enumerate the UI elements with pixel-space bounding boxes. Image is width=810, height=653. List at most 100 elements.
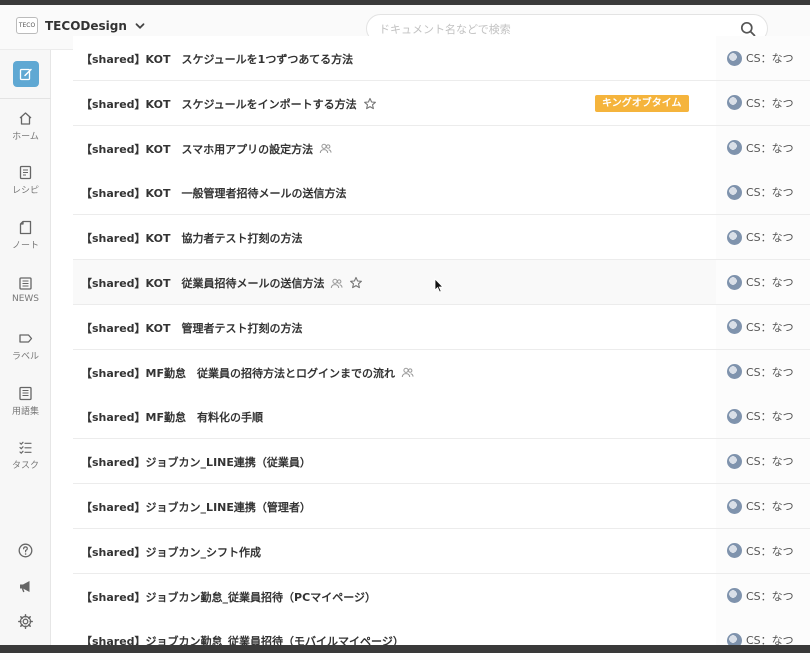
author-name: CS：なつ	[746, 589, 794, 603]
sidebar-item-task[interactable]: タスク	[0, 440, 51, 471]
document-author: CS：なつ	[716, 439, 810, 484]
avatar	[727, 184, 742, 200]
document-row[interactable]: 【shared】KOT 一般管理者招待メールの送信方法 CS：なつ	[73, 170, 810, 216]
shared-users-icon	[319, 142, 332, 155]
workspace-logo: TECO	[16, 17, 38, 34]
sidebar-item-label: ノート	[11, 241, 39, 251]
author-name: CS：なつ	[746, 544, 794, 558]
document-row[interactable]: 【shared】KOT 管理者テスト打刻の方法 CS：なつ	[73, 304, 810, 350]
document-row[interactable]: 【shared】KOT スマホ用アプリの設定方法 CS：なつ	[73, 125, 810, 171]
document-title[interactable]: 【shared】KOT スケジュールをインポートする方法	[81, 96, 357, 112]
document-title-group: 【shared】KOT スケジュールを1つずつあてる方法	[81, 51, 353, 67]
workspace-switcher[interactable]: TECO TECODesign	[16, 17, 146, 34]
document-title-group: 【shared】KOT スマホ用アプリの設定方法	[81, 141, 332, 157]
glossary-icon	[19, 386, 32, 401]
document-title-group: 【shared】MF勤怠 有料化の手順	[81, 409, 263, 425]
document-title-group: 【shared】KOT 従業員招待メールの送信方法	[81, 275, 363, 291]
document-title-group: 【shared】ジョブカン_シフト作成	[81, 544, 261, 560]
document-author: CS：なつ	[716, 260, 810, 304]
sidebar-item-label: レシピ	[11, 186, 39, 196]
avatar	[727, 140, 742, 156]
task-icon	[19, 441, 32, 455]
workspace-name: TECODesign	[45, 18, 127, 33]
new-document-button[interactable]	[13, 61, 39, 87]
sidebar-item-label-page[interactable]: ラベル	[0, 331, 51, 362]
recipe-icon	[19, 165, 32, 180]
window-edge	[0, 0, 810, 5]
search-icon[interactable]	[740, 21, 756, 37]
sidebar-item-label: 用語集	[11, 407, 39, 417]
document-title[interactable]: 【shared】ジョブカン勤怠_従業員招待（PCマイページ）	[81, 589, 376, 605]
shared-users-icon	[401, 366, 414, 379]
document-title[interactable]: 【shared】KOT 一般管理者招待メールの送信方法	[81, 185, 346, 201]
document-row[interactable]: 【shared】MF勤怠 従業員の招待方法とログインまでの流れ CS：なつ	[73, 349, 810, 395]
document-author: CS：なつ	[716, 528, 810, 573]
document-row[interactable]: 【shared】ジョブカン勤怠_従業員招待（PCマイページ） CS：なつ	[73, 573, 810, 619]
avatar	[727, 364, 742, 380]
avatar	[727, 588, 742, 604]
document-author: CS：なつ	[716, 215, 810, 260]
document-row[interactable]: 【shared】MF勤怠 有料化の手順 CS：なつ	[73, 394, 810, 440]
document-author: CS：なつ	[716, 304, 810, 349]
star-icon[interactable]	[363, 97, 377, 111]
document-title[interactable]: 【shared】MF勤怠 従業員の招待方法とログインまでの流れ	[81, 365, 395, 381]
avatar	[727, 95, 742, 111]
document-title[interactable]: 【shared】KOT スケジュールを1つずつあてる方法	[81, 51, 353, 67]
avatar	[727, 50, 742, 66]
author-name: CS：なつ	[746, 276, 794, 289]
avatar	[727, 274, 742, 290]
author-name: CS：なつ	[746, 455, 794, 469]
document-title[interactable]: 【shared】KOT 管理者テスト打刻の方法	[81, 320, 302, 336]
author-name: CS：なつ	[746, 231, 794, 245]
document-title[interactable]: 【shared】ジョブカン_LINE連携（管理者）	[81, 499, 311, 515]
sidebar-item-label: ホーム	[12, 132, 39, 142]
document-title[interactable]: 【shared】KOT 従業員招待メールの送信方法	[81, 275, 324, 291]
news-icon	[19, 277, 32, 290]
document-title[interactable]: 【shared】ジョブカン_LINE連携（従業員）	[81, 454, 311, 470]
document-title[interactable]: 【shared】KOT スマホ用アプリの設定方法	[81, 141, 313, 157]
sidebar-item-note[interactable]: ノート	[0, 220, 51, 251]
document-row[interactable]: 【shared】KOT スケジュールを1つずつあてる方法 CS：なつ	[73, 36, 810, 81]
document-author: CS：なつ	[716, 80, 810, 125]
document-title[interactable]: 【shared】ジョブカン_シフト作成	[81, 544, 261, 560]
sidebar-item-recipe[interactable]: レシピ	[0, 165, 51, 196]
sidebar-item-home[interactable]: ホーム	[0, 111, 51, 142]
home-icon	[19, 112, 32, 125]
sidebar-divider	[0, 98, 51, 99]
avatar	[727, 543, 742, 559]
document-title[interactable]: 【shared】MF勤怠 有料化の手順	[81, 409, 263, 425]
label-icon	[19, 334, 33, 343]
megaphone-icon[interactable]	[17, 578, 34, 595]
avatar	[727, 408, 742, 424]
document-author: CS：なつ	[716, 394, 810, 439]
sidebar-item-label: NEWS	[11, 294, 40, 304]
document-row[interactable]: 【shared】ジョブカン_シフト作成 CS：なつ	[73, 528, 810, 574]
star-icon[interactable]	[349, 276, 363, 290]
sidebar-item-news[interactable]: NEWS	[0, 276, 51, 304]
settings-icon[interactable]	[17, 613, 34, 630]
document-author: CS：なつ	[716, 349, 810, 394]
document-row[interactable]: 【shared】ジョブカン_LINE連携（従業員） CS：なつ	[73, 439, 810, 485]
author-name: CS：なつ	[746, 365, 794, 379]
avatar	[727, 229, 742, 245]
avatar	[727, 498, 742, 514]
sidebar: ホーム レシピ ノート NEWS ラベル 用語集 タスク	[0, 50, 51, 645]
document-title-group: 【shared】KOT 一般管理者招待メールの送信方法	[81, 185, 346, 201]
shared-users-icon	[330, 277, 343, 290]
document-title-group: 【shared】KOT スケジュールをインポートする方法	[81, 96, 377, 112]
label-badge[interactable]: キングオブタイム	[595, 94, 689, 112]
author-name: CS：なつ	[746, 52, 794, 65]
avatar	[727, 319, 742, 335]
help-icon[interactable]	[17, 542, 34, 559]
document-row[interactable]: 【shared】KOT スケジュールをインポートする方法 キングオブタイム CS：な…	[73, 80, 810, 126]
document-row[interactable]: 【shared】KOT 協力者テスト打刻の方法 CS：なつ	[73, 215, 810, 261]
sidebar-item-glossary[interactable]: 用語集	[0, 386, 51, 417]
document-author: CS：なつ	[716, 573, 810, 618]
document-title-group: 【shared】KOT 管理者テスト打刻の方法	[81, 320, 302, 336]
document-title-group: 【shared】ジョブカン勤怠_従業員招待（PCマイページ）	[81, 589, 376, 605]
document-row[interactable]: 【shared】ジョブカン_LINE連携（管理者） CS：なつ	[73, 484, 810, 529]
author-name: CS：なつ	[746, 500, 794, 513]
document-title-group: 【shared】ジョブカン_LINE連携（管理者）	[81, 499, 311, 515]
document-title[interactable]: 【shared】KOT 協力者テスト打刻の方法	[81, 230, 302, 246]
author-name: CS：なつ	[746, 320, 794, 334]
